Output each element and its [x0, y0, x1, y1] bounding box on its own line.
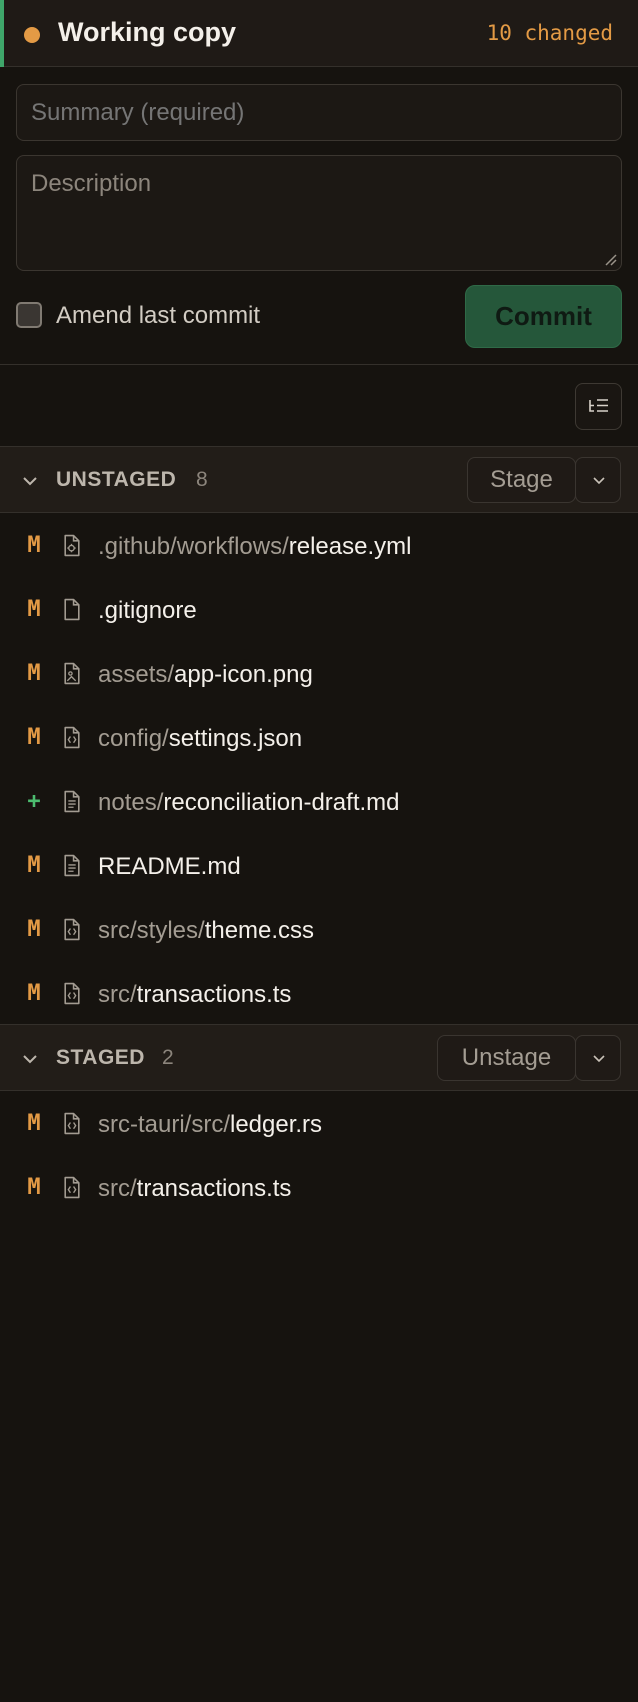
file-row[interactable]: + notes/reconciliation-draft.md	[0, 771, 638, 835]
file-status-badge: M	[27, 725, 41, 750]
chevron-down-icon[interactable]	[20, 471, 40, 491]
file-directory: src-tauri/src/	[98, 1111, 230, 1138]
summary-input[interactable]	[16, 84, 622, 141]
file-row[interactable]: Massets/app-icon.png	[0, 643, 638, 707]
file-path: notes/reconciliation-draft.md	[98, 788, 400, 818]
image-file-icon	[64, 662, 80, 685]
file-row[interactable]: Msrc-tauri/src/ledger.rs	[0, 1093, 638, 1157]
file-path: src/transactions.ts	[98, 1174, 291, 1204]
chevron-down-icon	[593, 477, 605, 485]
staged-section-header[interactable]: STAGED 2 Unstage	[0, 1024, 638, 1091]
file-status-badge: M	[27, 1175, 41, 1200]
file-status-badge: M	[27, 853, 41, 878]
staged-count: 2	[162, 1046, 174, 1069]
unstage-button[interactable]: Unstage	[437, 1035, 576, 1081]
commit-button[interactable]: Commit	[465, 285, 622, 348]
text-file-icon	[64, 790, 80, 813]
header-title: Working copy	[58, 17, 237, 47]
file-status-badge: M	[27, 981, 41, 1006]
tree-view-toggle-button[interactable]	[575, 383, 622, 430]
file-path: src/styles/theme.css	[98, 916, 314, 946]
code-file-icon	[64, 982, 80, 1005]
file-status-badge: M	[27, 597, 41, 622]
amend-label: Amend last commit	[56, 302, 261, 329]
file-row[interactable]: Msrc/transactions.ts	[0, 1157, 638, 1221]
stage-dropdown-button[interactable]	[575, 457, 621, 503]
file-path: config/settings.json	[98, 724, 302, 754]
changed-count: 10 changed	[486, 21, 613, 45]
file-directory: src/styles/	[98, 917, 205, 944]
header-accent-bar	[0, 0, 4, 67]
resize-grip-icon[interactable]	[603, 252, 617, 266]
code-file-icon	[64, 1112, 80, 1135]
file-name: theme.css	[204, 917, 315, 944]
file-path: .github/workflows/release.yml	[98, 532, 411, 562]
file-name: README.md	[98, 853, 241, 880]
file-path: assets/app-icon.png	[98, 660, 313, 690]
unstaged-section-title: UNSTAGED	[56, 468, 177, 491]
code-file-icon	[64, 1176, 80, 1199]
file-row[interactable]: Msrc/styles/theme.css	[0, 899, 638, 963]
unstaged-section-header[interactable]: UNSTAGED 8 Stage	[0, 446, 638, 513]
file-directory: notes/	[98, 789, 164, 816]
file-directory: src/	[98, 1175, 137, 1202]
status-dot-icon	[24, 27, 40, 43]
code-file-icon	[64, 726, 80, 749]
description-placeholder: Description	[31, 170, 152, 197]
staged-section-title: STAGED	[56, 1046, 145, 1069]
file-status-badge: M	[27, 533, 41, 558]
file-row[interactable]: M .github/workflows/release.yml	[0, 515, 638, 579]
file-name: settings.json	[168, 725, 303, 752]
file-row[interactable]: M README.md	[0, 835, 638, 899]
unstage-dropdown-button[interactable]	[575, 1035, 621, 1081]
file-row[interactable]: M .gitignore	[0, 579, 638, 643]
amend-checkbox[interactable]	[16, 302, 42, 328]
file-name: reconciliation-draft.md	[163, 789, 400, 816]
chevron-down-icon	[593, 1055, 605, 1063]
file-status-badge: +	[27, 789, 41, 814]
file-directory: assets/	[98, 661, 175, 688]
file-directory: src/	[98, 981, 137, 1008]
file-status-badge: M	[27, 661, 41, 686]
file-row[interactable]: Msrc/transactions.ts	[0, 963, 638, 1027]
file-directory: .github/workflows/	[98, 533, 289, 560]
file-row[interactable]: Mconfig/settings.json	[0, 707, 638, 771]
file-name: transactions.ts	[136, 981, 292, 1008]
file-name: app-icon.png	[174, 661, 313, 688]
chevron-down-icon[interactable]	[20, 1049, 40, 1069]
description-textarea[interactable]: Description	[16, 155, 622, 271]
code-file-icon	[64, 918, 80, 941]
file-name: transactions.ts	[136, 1175, 292, 1202]
file-status-badge: M	[27, 1111, 41, 1136]
file-icon	[64, 598, 80, 621]
unstaged-count: 8	[196, 468, 208, 491]
file-path: src/transactions.ts	[98, 980, 291, 1010]
file-name: .gitignore	[98, 597, 197, 624]
divider	[0, 364, 638, 365]
text-file-icon	[64, 854, 80, 877]
tree-view-icon	[589, 399, 608, 412]
file-directory: config/	[98, 725, 169, 752]
file-path: src-tauri/src/ledger.rs	[98, 1110, 322, 1140]
file-name: ledger.rs	[230, 1111, 323, 1138]
file-status-badge: M	[27, 917, 41, 942]
stage-button[interactable]: Stage	[467, 457, 576, 503]
config-file-icon	[64, 534, 80, 557]
file-path: README.md	[98, 852, 241, 882]
file-path: .gitignore	[98, 596, 197, 626]
file-name: release.yml	[288, 533, 412, 560]
working-copy-header: Working copy 10 changed	[0, 0, 638, 67]
